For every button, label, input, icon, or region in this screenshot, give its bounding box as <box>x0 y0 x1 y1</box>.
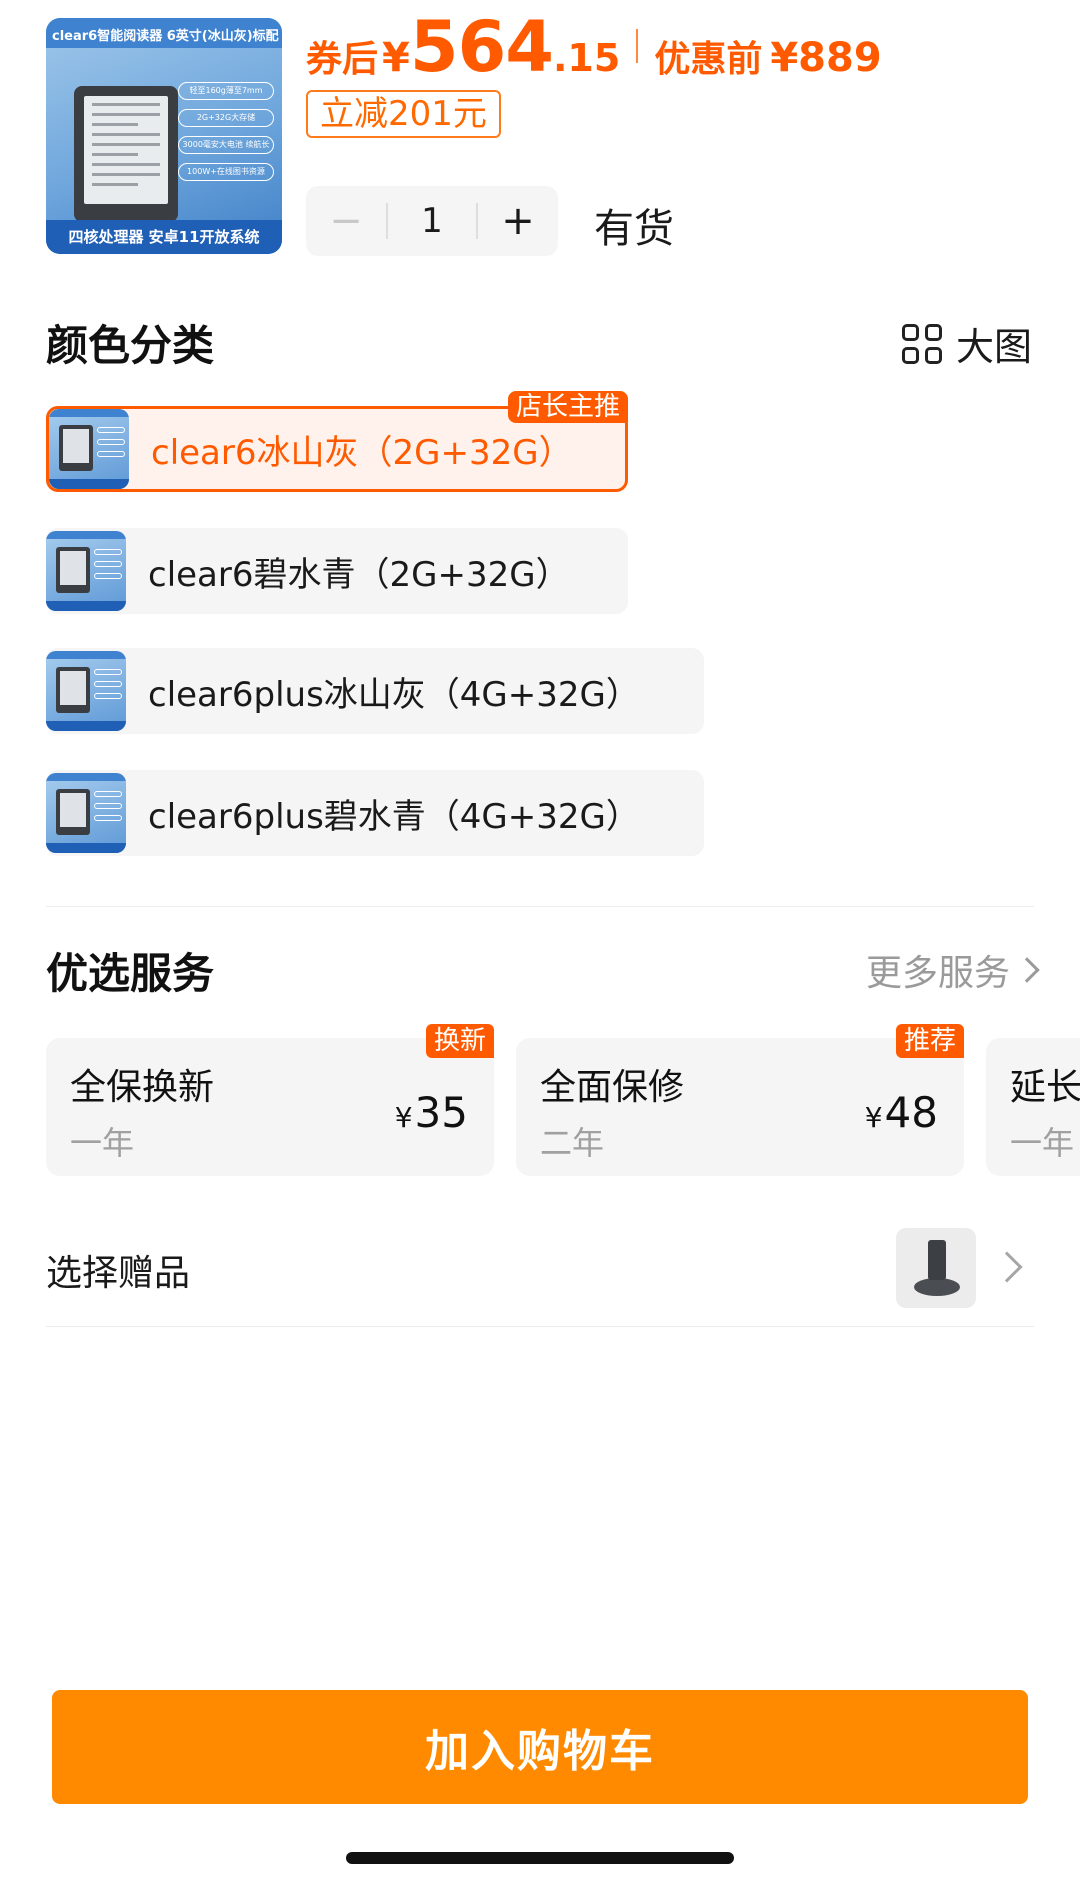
price-decimal: .15 <box>552 36 621 80</box>
services-section-title: 优选服务 <box>46 949 215 998</box>
more-services-link[interactable]: 更多服务 <box>865 944 1040 996</box>
color-section-title: 颜色分类 <box>46 321 215 370</box>
quantity-stepper: − 1 + <box>306 186 558 256</box>
grid-icon <box>901 323 942 364</box>
chevron-right-icon <box>1014 957 1040 983</box>
section-divider <box>46 906 1034 907</box>
price-before-label: 优惠前 <box>654 39 763 80</box>
service-price: ¥35 <box>394 1088 468 1137</box>
product-thumbnail[interactable]: clear6智能阅读器 6英寸(冰山灰)标配 轻至160g薄至7mm 2G+32… <box>46 18 282 254</box>
thumbnail-title: clear6智能阅读器 6英寸(冰山灰)标配 <box>46 18 282 48</box>
big-image-toggle[interactable]: 大图 <box>901 316 1032 371</box>
service-term: 二年 <box>540 1124 605 1162</box>
gift-thumbnail[interactable] <box>896 1228 976 1308</box>
service-name: 全保换新 <box>70 1067 215 1108</box>
color-option-2[interactable]: clear6碧水青（2G+32G） <box>46 528 628 614</box>
color-option-label: clear6plus冰山灰（4G+32G） <box>148 674 640 715</box>
service-name: 全面保修 <box>540 1067 685 1108</box>
price-after-coupon-label: 券后 <box>306 39 379 80</box>
color-option-3[interactable]: clear6plus冰山灰（4G+32G） <box>46 648 704 734</box>
home-indicator[interactable] <box>346 1852 734 1864</box>
gift-label[interactable]: 选择赠品 <box>46 1244 190 1296</box>
service-term: 一年 <box>1010 1124 1075 1162</box>
decrease-button[interactable]: − <box>306 186 386 256</box>
price-before-value: ¥889 <box>770 35 882 81</box>
discount-badge: 立减201元 <box>306 90 501 138</box>
service-card-3[interactable]: 延长 一年 <box>986 1038 1080 1176</box>
color-option-label: clear6plus碧水青（4G+32G） <box>148 796 640 837</box>
option-thumbnail <box>46 531 126 611</box>
thumbnail-feature: 轻至160g薄至7mm <box>178 82 274 100</box>
thumbnail-feature: 2G+32G大存储 <box>178 109 274 127</box>
thumbnail-feature: 100W+在线图书资源 <box>178 163 274 181</box>
ereader-image <box>74 86 178 222</box>
service-price: ¥48 <box>864 1088 938 1137</box>
service-card-1[interactable]: 全保换新 一年 ¥35 换新 <box>46 1024 494 1176</box>
color-option-1[interactable]: clear6冰山灰（2G+32G） 店长主推 <box>46 391 628 492</box>
big-image-label: 大图 <box>955 325 1032 369</box>
section-divider <box>46 1326 1034 1327</box>
price-divider <box>636 29 639 63</box>
color-option-label: clear6碧水青（2G+32G） <box>148 554 570 595</box>
option-thumbnail <box>46 651 126 731</box>
more-services-label: 更多服务 <box>865 953 1010 994</box>
service-card-2[interactable]: 全面保修 二年 ¥48 推荐 <box>516 1024 964 1176</box>
service-tag: 推荐 <box>895 1024 964 1058</box>
add-to-cart-button[interactable]: 加入购物车 <box>52 1690 1028 1804</box>
option-thumbnail <box>46 773 126 853</box>
currency-symbol: ¥ <box>382 35 410 81</box>
service-term: 一年 <box>70 1124 135 1162</box>
increase-button[interactable]: + <box>478 186 558 256</box>
color-option-label: clear6冰山灰（2G+32G） <box>151 432 573 473</box>
service-tag: 换新 <box>425 1024 494 1058</box>
thumbnail-feature: 3000毫安大电池 续航长 <box>178 136 274 154</box>
price-integer: 564 <box>409 6 554 88</box>
thumbnail-footer: 四核处理器 安卓11开放系统 <box>46 220 282 254</box>
chevron-right-icon[interactable] <box>991 1251 1023 1283</box>
price-row: 券后 ¥ 564 .15 优惠前 ¥889 <box>306 6 882 88</box>
quantity-value[interactable]: 1 <box>388 201 476 241</box>
service-name: 延长 <box>1010 1067 1080 1108</box>
color-option-4[interactable]: clear6plus碧水青（4G+32G） <box>46 770 704 856</box>
option-thumbnail <box>49 409 129 489</box>
stock-status: 有货 <box>594 206 674 252</box>
recommended-tag: 店长主推 <box>507 391 628 423</box>
